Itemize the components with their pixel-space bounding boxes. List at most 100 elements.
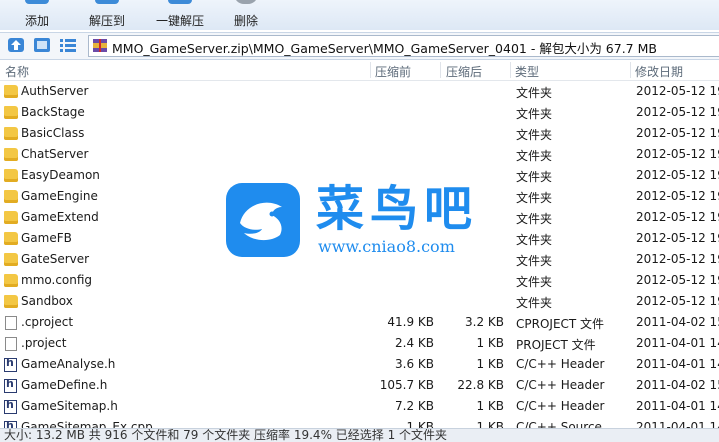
file-size: 41.9 KB	[387, 315, 434, 329]
extract-to-button[interactable]: 解压到	[82, 0, 132, 30]
file-size: 3.6 KB	[395, 357, 434, 371]
file-date: 2011-04-01 14	[636, 336, 719, 350]
extract-to-label: 解压到	[88, 14, 125, 28]
thumbnail-view-button[interactable]	[34, 38, 50, 52]
watermark: 菜鸟吧 www.cniao8.com	[226, 183, 492, 261]
column-size[interactable]: 压缩前	[375, 63, 411, 80]
column-type[interactable]: 类型	[515, 63, 539, 80]
file-type: 文件夹	[516, 86, 553, 100]
document-icon	[5, 337, 17, 351]
file-row[interactable]: Sandbox 文件夹 2012-05-12 19	[0, 291, 719, 312]
file-date: 2012-05-12 19	[636, 105, 719, 119]
file-packed-size: 3.2 KB	[465, 315, 504, 329]
delete-label: 删除	[233, 14, 258, 28]
file-row[interactable]: mmo.config 文件夹 2012-05-12 19	[0, 270, 719, 291]
trash-icon	[234, 0, 258, 4]
file-type: C/C++ Header	[516, 378, 605, 392]
column-divider[interactable]	[440, 62, 441, 78]
path-field[interactable]: MMO_GameServer.zip\MMO_GameServer\MMO_Ga…	[88, 35, 719, 57]
status-bar: 大小: 13.2 MB 共 916 个文件和 79 个文件夹 压缩率 19.4%…	[0, 428, 719, 442]
file-type: 文件夹	[516, 233, 553, 247]
file-name: GameSitemap.h	[21, 399, 118, 413]
file-type: CPROJECT 文件	[516, 317, 605, 331]
file-row[interactable]: .project 2.4 KB 1 KB PROJECT 文件 2011-04-01 1…	[0, 333, 719, 354]
status-text: 大小: 13.2 MB 共 916 个文件和 79 个文件夹 压缩率 19.4%…	[4, 428, 448, 442]
column-divider[interactable]	[630, 62, 631, 78]
folder-icon	[4, 106, 18, 119]
file-type: 文件夹	[516, 275, 553, 289]
extract-to-icon	[95, 0, 119, 4]
add-label: 添加	[24, 14, 49, 28]
file-row[interactable]: GameSitemap_Ex.cpp 1 KB 1 KB C/C++ Source 20…	[0, 417, 719, 428]
file-type: PROJECT 文件	[516, 338, 596, 352]
address-bar: MMO_GameServer.zip\MMO_GameServer\MMO_Ga…	[0, 32, 719, 60]
file-type: 文件夹	[516, 149, 553, 163]
file-date: 2011-04-01 14	[636, 399, 719, 413]
folder-icon	[4, 232, 18, 245]
file-row[interactable]: BasicClass 文件夹 2012-05-12 19	[0, 123, 719, 144]
file-type: C/C++ Header	[516, 399, 605, 413]
file-type: 文件夹	[516, 170, 553, 184]
document-icon	[5, 316, 17, 330]
add-button[interactable]: 添加	[12, 0, 62, 30]
file-date: 2012-05-12 19	[636, 84, 719, 98]
file-row[interactable]: .cproject 41.9 KB 3.2 KB CPROJECT 文件 2011-04…	[0, 312, 719, 333]
column-divider[interactable]	[510, 62, 511, 78]
file-name: GameFB	[21, 231, 72, 245]
file-row[interactable]: GameSitemap.h 7.2 KB 1 KB C/C++ Header 2011-…	[0, 396, 719, 417]
delete-button[interactable]: 删除	[226, 0, 266, 30]
file-name: EasyDeamon	[21, 168, 100, 182]
one-click-extract-label: 一键解压	[155, 14, 204, 28]
file-date: 2011-04-02 15	[636, 315, 719, 329]
thumbnail-view-icon	[34, 38, 50, 52]
up-folder-button[interactable]	[8, 38, 24, 52]
file-packed-size: 1 KB	[476, 399, 504, 413]
one-click-extract-button[interactable]: 一键解压	[150, 0, 210, 30]
file-date: 2011-04-01 14	[636, 357, 719, 371]
file-name: ChatServer	[21, 147, 89, 161]
one-click-extract-icon	[168, 0, 192, 4]
column-name[interactable]: 名称	[5, 63, 29, 80]
file-type: C/C++ Source	[516, 420, 602, 428]
header-file-icon	[4, 356, 17, 372]
watermark-title: 菜鸟吧	[316, 181, 479, 237]
folder-icon	[4, 169, 18, 182]
file-name: GameDefine.h	[21, 378, 108, 392]
column-divider[interactable]	[370, 62, 371, 78]
column-modified[interactable]: 修改日期	[635, 63, 683, 80]
add-icon	[25, 0, 49, 4]
file-date: 2012-05-12 19	[636, 189, 719, 203]
file-name: AuthServer	[21, 84, 89, 98]
file-type: 文件夹	[516, 212, 553, 226]
file-packed-size: 1 KB	[476, 357, 504, 371]
file-type: 文件夹	[516, 254, 553, 268]
file-name: Sandbox	[21, 294, 73, 308]
column-header: 名称 压缩前 压缩后 类型 修改日期	[0, 60, 719, 81]
folder-icon	[4, 211, 18, 224]
file-row[interactable]: AuthServer 文件夹 2012-05-12 19	[0, 81, 719, 102]
file-date: 2012-05-12 19	[636, 231, 719, 245]
file-name: GameAnalyse.h	[21, 357, 116, 371]
file-row[interactable]: GameAnalyse.h 3.6 KB 1 KB C/C++ Header 2011-…	[0, 354, 719, 375]
cpp-file-icon	[4, 419, 17, 428]
file-date: 2012-05-12 19	[636, 168, 719, 182]
up-arrow-icon	[8, 38, 24, 52]
file-name: mmo.config	[21, 273, 93, 287]
folder-icon	[4, 148, 18, 161]
file-type: C/C++ Header	[516, 357, 605, 371]
file-packed-size: 1 KB	[476, 336, 504, 350]
file-row[interactable]: GameDefine.h 105.7 KB 22.8 KB C/C++ Header 2…	[0, 375, 719, 396]
folder-icon	[4, 85, 18, 98]
file-size: 2.4 KB	[395, 336, 434, 350]
file-row[interactable]: ChatServer 文件夹 2012-05-12 19	[0, 144, 719, 165]
file-name: BackStage	[21, 105, 85, 119]
list-view-button[interactable]	[60, 38, 76, 52]
file-date: 2012-05-12 19	[636, 273, 719, 287]
folder-icon	[4, 127, 18, 140]
path-text: MMO_GameServer.zip\MMO_GameServer\MMO_Ga…	[112, 41, 657, 56]
file-name: GameEngine	[21, 189, 98, 203]
list-view-icon	[60, 39, 76, 52]
folder-icon	[4, 190, 18, 203]
column-packed[interactable]: 压缩后	[446, 63, 482, 80]
file-row[interactable]: BackStage 文件夹 2012-05-12 19	[0, 102, 719, 123]
